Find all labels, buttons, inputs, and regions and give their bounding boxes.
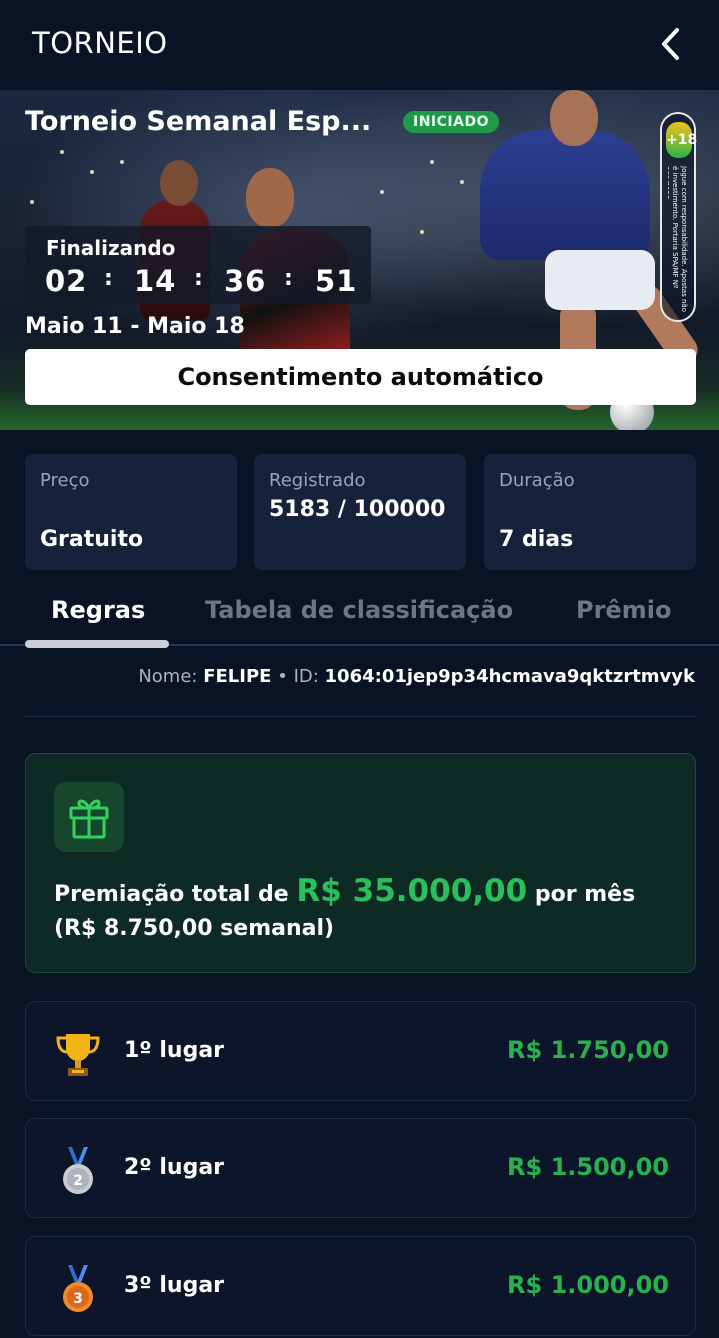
price-label: Preço xyxy=(40,470,90,491)
top-bar: TORNEIO xyxy=(0,0,719,90)
player-image xyxy=(480,130,650,260)
status-badge: INICIADO xyxy=(403,111,499,133)
countdown-minutes: 36 xyxy=(224,264,267,298)
prize-suffix: por mês xyxy=(534,882,636,907)
svg-text:2: 2 xyxy=(73,1173,83,1189)
player-image xyxy=(160,160,198,206)
prize-weekly: (R$ 8.750,00 semanal) xyxy=(54,916,335,941)
bronze-medal-icon: 3 xyxy=(52,1263,104,1315)
price-value: Gratuito xyxy=(40,527,144,552)
user-info: Nome: FELIPE • ID: 1064:01jep9p34hcmava9… xyxy=(138,666,695,687)
placement-amount: R$ 1.500,00 xyxy=(507,1153,669,1181)
registered-value: 5183 / 100000 xyxy=(269,497,446,522)
tournament-title: Torneio Semanal Esp... xyxy=(25,106,372,137)
prize-prefix: Premiação total de xyxy=(54,882,289,907)
active-tab-indicator xyxy=(25,640,169,648)
trophy-icon xyxy=(52,1028,104,1080)
tab-rules[interactable]: Regras xyxy=(51,596,145,624)
registered-label: Registrado xyxy=(269,470,366,491)
prize-total: R$ 35.000,00 xyxy=(296,873,528,909)
placement-row: 1º lugar R$ 1.750,00 xyxy=(25,1001,696,1101)
tournament-banner: Torneio Semanal Esp... INICIADO +18 Jogu… xyxy=(0,90,719,430)
placement-row: 2 2º lugar R$ 1.500,00 xyxy=(25,1118,696,1218)
countdown-separator: : xyxy=(104,266,113,291)
placement-row: 3 3º lugar R$ 1.000,00 xyxy=(25,1236,696,1336)
duration-label: Duração xyxy=(499,470,575,491)
total-prize-card: Premiação total de R$ 35.000,00 por mês … xyxy=(25,753,696,973)
placement-name: 1º lugar xyxy=(124,1038,225,1063)
price-card: Preço Gratuito xyxy=(25,454,237,570)
gift-icon xyxy=(54,782,124,852)
countdown-days: 02 xyxy=(45,264,88,298)
chevron-left-icon[interactable] xyxy=(657,26,685,62)
tournament-dates: Maio 11 - Maio 18 xyxy=(25,314,245,339)
svg-text:3: 3 xyxy=(73,1291,83,1307)
placement-name: 2º lugar xyxy=(124,1155,225,1180)
name-label: Nome: xyxy=(138,666,198,687)
user-id: 1064:01jep9p34hcmava9qktzrtmvyk xyxy=(324,666,695,687)
silver-medal-icon: 2 xyxy=(52,1145,104,1197)
auto-consent-button[interactable]: Consentimento automático xyxy=(25,349,696,405)
player-image xyxy=(246,168,294,228)
countdown-separator: : xyxy=(194,266,203,291)
responsible-gaming-text: Jogue com responsabilidade. Apostas não … xyxy=(668,166,688,312)
player-image xyxy=(545,250,655,310)
page-title: TORNEIO xyxy=(32,26,168,60)
user-name: FELIPE xyxy=(203,666,272,687)
countdown-hours: 14 xyxy=(134,264,177,298)
countdown-timer: Finalizando 02 : 14 : 36 : 51 xyxy=(25,226,371,304)
prize-description: Premiação total de R$ 35.000,00 por mês … xyxy=(54,874,674,946)
tab-leaderboard[interactable]: Tabela de classificação xyxy=(205,596,513,624)
placement-amount: R$ 1.000,00 xyxy=(507,1271,669,1299)
duration-card: Duração 7 dias xyxy=(484,454,696,570)
countdown-separator: : xyxy=(284,266,293,291)
age-restriction-badge: +18 Jogue com responsabilidade. Apostas … xyxy=(660,112,697,322)
duration-value: 7 dias xyxy=(499,527,574,552)
countdown-label: Finalizando xyxy=(46,236,176,260)
tab-prize[interactable]: Prêmio xyxy=(576,596,671,624)
countdown-seconds: 51 xyxy=(315,264,358,298)
plus18-icon: +18 xyxy=(666,122,697,158)
placement-name: 3º lugar xyxy=(124,1273,225,1298)
separator-dot: • xyxy=(277,666,288,687)
placement-amount: R$ 1.750,00 xyxy=(507,1036,669,1064)
registered-card: Registrado 5183 / 100000 xyxy=(254,454,466,570)
section-divider xyxy=(25,716,696,717)
id-label: ID: xyxy=(293,666,319,687)
player-image xyxy=(550,90,598,146)
